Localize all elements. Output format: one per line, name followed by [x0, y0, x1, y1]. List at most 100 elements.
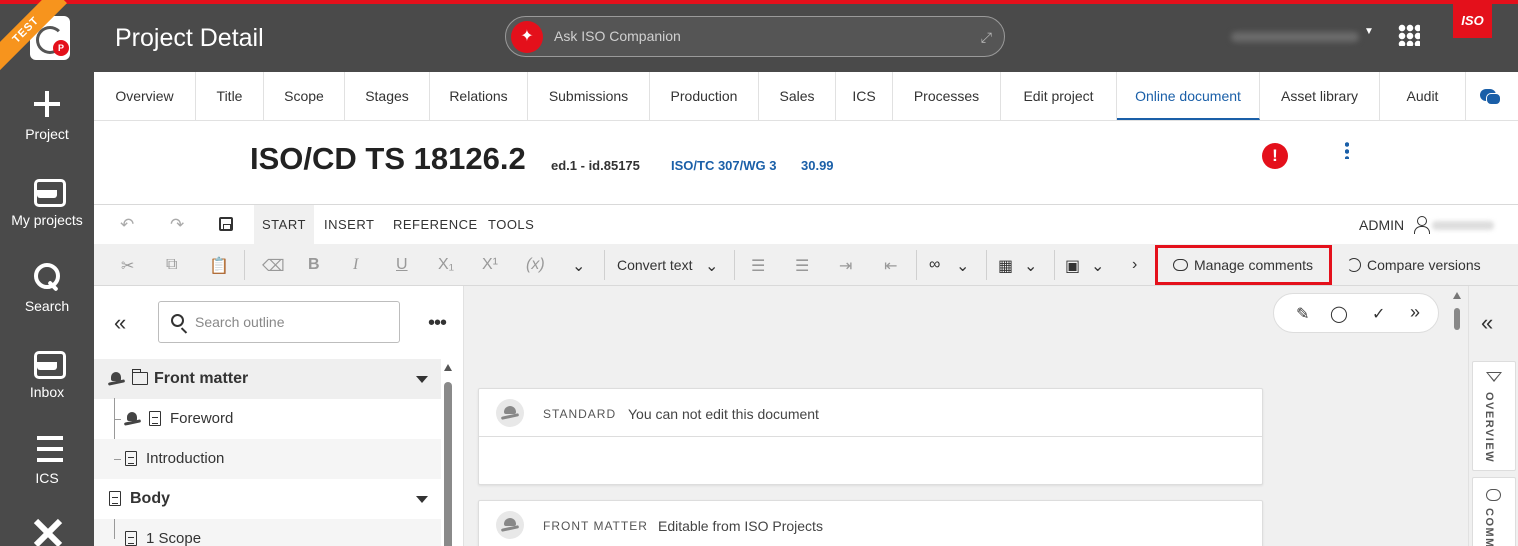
caret-down-icon[interactable]: [416, 496, 428, 503]
superscript-icon[interactable]: X¹: [482, 256, 498, 274]
eraser-icon[interactable]: ⌫: [262, 256, 285, 276]
section-card-standard[interactable]: STANDARD You can not edit this document: [478, 388, 1263, 485]
toolbar-divider: [1054, 250, 1055, 280]
edit-icon[interactable]: ✎: [1296, 304, 1309, 324]
cut-icon[interactable]: ✂: [121, 256, 134, 276]
stage-code[interactable]: 30.99: [801, 158, 834, 173]
table-icon[interactable]: ▦: [998, 256, 1013, 276]
scrollbar-thumb[interactable]: [444, 382, 452, 546]
bold-icon[interactable]: B: [308, 256, 320, 274]
undo-icon[interactable]: ↶: [120, 215, 134, 235]
locked-hat-icon: [108, 371, 126, 387]
nav-item-inbox[interactable]: Inbox: [0, 346, 94, 400]
bullet-list-icon[interactable]: ☰: [751, 256, 765, 276]
tab-asset-library[interactable]: Asset library: [1260, 72, 1380, 120]
underline-icon[interactable]: U: [396, 256, 408, 274]
italic-icon[interactable]: I: [353, 256, 358, 274]
more-horizontal-icon[interactable]: •••: [428, 312, 447, 335]
section-card-front-matter[interactable]: FRONT MATTER Editable from ISO Projects: [478, 500, 1263, 546]
document-icon: [125, 531, 137, 546]
manage-comments-button[interactable]: Manage comments: [1173, 257, 1313, 273]
committee-link[interactable]: ISO/TC 307/WG 3: [671, 158, 776, 173]
side-tab-comments[interactable]: COMM: [1472, 477, 1516, 546]
ribbon-tab-reference[interactable]: REFERENCE: [393, 205, 478, 244]
scroll-up-icon[interactable]: [1453, 292, 1461, 299]
convert-text-button[interactable]: Convert text: [617, 257, 692, 273]
ribbon-tab-tools[interactable]: TOOLS: [488, 205, 534, 244]
outline-scrollbar[interactable]: [443, 364, 453, 546]
tab-edit-project[interactable]: Edit project: [1001, 72, 1117, 120]
alert-icon[interactable]: !: [1262, 143, 1288, 169]
outline-item-scope[interactable]: 1 Scope: [94, 519, 441, 546]
chevron-down-icon[interactable]: ⌄: [705, 256, 718, 276]
outline-search-input[interactable]: [195, 311, 391, 333]
expand-icon[interactable]: ⤢: [981, 29, 992, 46]
tab-online-document[interactable]: Online document: [1117, 72, 1260, 120]
outline-item-foreword[interactable]: Foreword: [94, 399, 441, 439]
formula-icon[interactable]: (x): [526, 256, 545, 274]
canvas-scrollbar[interactable]: [1452, 292, 1462, 332]
chevron-down-icon[interactable]: ⌄: [1091, 256, 1104, 276]
nav-item-project[interactable]: Project: [0, 88, 94, 142]
tab-overview[interactable]: Overview: [94, 72, 196, 120]
chevron-down-icon[interactable]: ⌄: [572, 256, 585, 276]
compare-versions-button[interactable]: Compare versions: [1347, 257, 1481, 273]
document-check-icon[interactable]: ✓: [1372, 304, 1385, 324]
tab-stages[interactable]: Stages: [345, 72, 430, 120]
double-chevron-left-icon[interactable]: «: [114, 310, 126, 336]
outline-section-body[interactable]: Body: [94, 479, 441, 519]
subscript-icon[interactable]: X₁: [438, 256, 454, 274]
link-icon[interactable]: ∞: [929, 256, 940, 274]
ribbon-tab-insert[interactable]: INSERT: [324, 205, 374, 244]
tab-ics[interactable]: ICS: [836, 72, 893, 120]
chat-icon[interactable]: [1480, 89, 1501, 105]
chevron-down-icon[interactable]: ⌄: [1024, 256, 1037, 276]
tab-production[interactable]: Production: [650, 72, 759, 120]
tab-audit[interactable]: Audit: [1380, 72, 1466, 120]
apps-grid-icon[interactable]: [1398, 24, 1420, 46]
double-chevron-left-icon[interactable]: «: [1481, 310, 1493, 336]
redo-icon[interactable]: ↷: [170, 215, 184, 235]
tab-title[interactable]: Title: [196, 72, 264, 120]
caret-down-icon[interactable]: [416, 376, 428, 383]
outline-item-label: 1 Scope: [146, 530, 202, 546]
document-header: ISO/CD TS 18126.2 ed.1 - id.85175 ISO/TC…: [94, 121, 1518, 205]
outline-item-introduction[interactable]: Introduction: [94, 439, 441, 479]
tab-processes[interactable]: Processes: [893, 72, 1001, 120]
image-icon[interactable]: ▣: [1065, 256, 1080, 276]
scrollbar-thumb[interactable]: [1454, 308, 1460, 330]
save-icon[interactable]: [219, 217, 233, 231]
side-tab-overview[interactable]: OVERVIEW: [1472, 361, 1516, 471]
outdent-icon[interactable]: ⇤: [884, 256, 897, 276]
card-description: You can not edit this document: [628, 406, 819, 422]
paste-icon[interactable]: 📋: [209, 256, 229, 276]
copy-icon[interactable]: ⧉: [166, 256, 177, 274]
nav-item-ics[interactable]: ICS: [0, 432, 94, 486]
chevron-right-icon[interactable]: ›: [1132, 256, 1137, 274]
ribbon-tab-start[interactable]: START: [254, 205, 314, 244]
outline-section-front-matter[interactable]: Front matter: [94, 359, 441, 399]
floating-toolbar: ✎ ◯ ✓ »: [1273, 293, 1439, 333]
tab-submissions[interactable]: Submissions: [528, 72, 650, 120]
caret-down-icon[interactable]: ▼: [1364, 26, 1374, 37]
indent-icon[interactable]: ⇥: [839, 256, 852, 276]
chevron-down-icon[interactable]: ⌄: [956, 256, 969, 276]
nav-item-my-projects[interactable]: My projects: [0, 174, 94, 228]
iso-companion-search[interactable]: Ask ISO Companion ⤢: [505, 16, 1005, 57]
more-options-icon[interactable]: [1345, 141, 1349, 159]
numbered-list-icon[interactable]: ☰: [795, 256, 809, 276]
user-role: ADMIN: [1359, 217, 1405, 233]
tab-relations[interactable]: Relations: [430, 72, 528, 120]
scroll-up-icon[interactable]: [444, 364, 452, 371]
nav-item-tools[interactable]: [0, 516, 94, 546]
nav-label: Project: [25, 126, 69, 142]
outline-search-box[interactable]: [158, 301, 400, 343]
double-chevron-right-icon[interactable]: »: [1410, 302, 1420, 323]
nav-item-search[interactable]: Search: [0, 260, 94, 314]
folder-icon: [132, 369, 148, 385]
tab-scope[interactable]: Scope: [264, 72, 345, 120]
user-email-redacted[interactable]: [1231, 32, 1359, 42]
list-icon: [31, 432, 63, 464]
tab-sales[interactable]: Sales: [759, 72, 836, 120]
comment-icon[interactable]: ◯: [1330, 304, 1348, 324]
